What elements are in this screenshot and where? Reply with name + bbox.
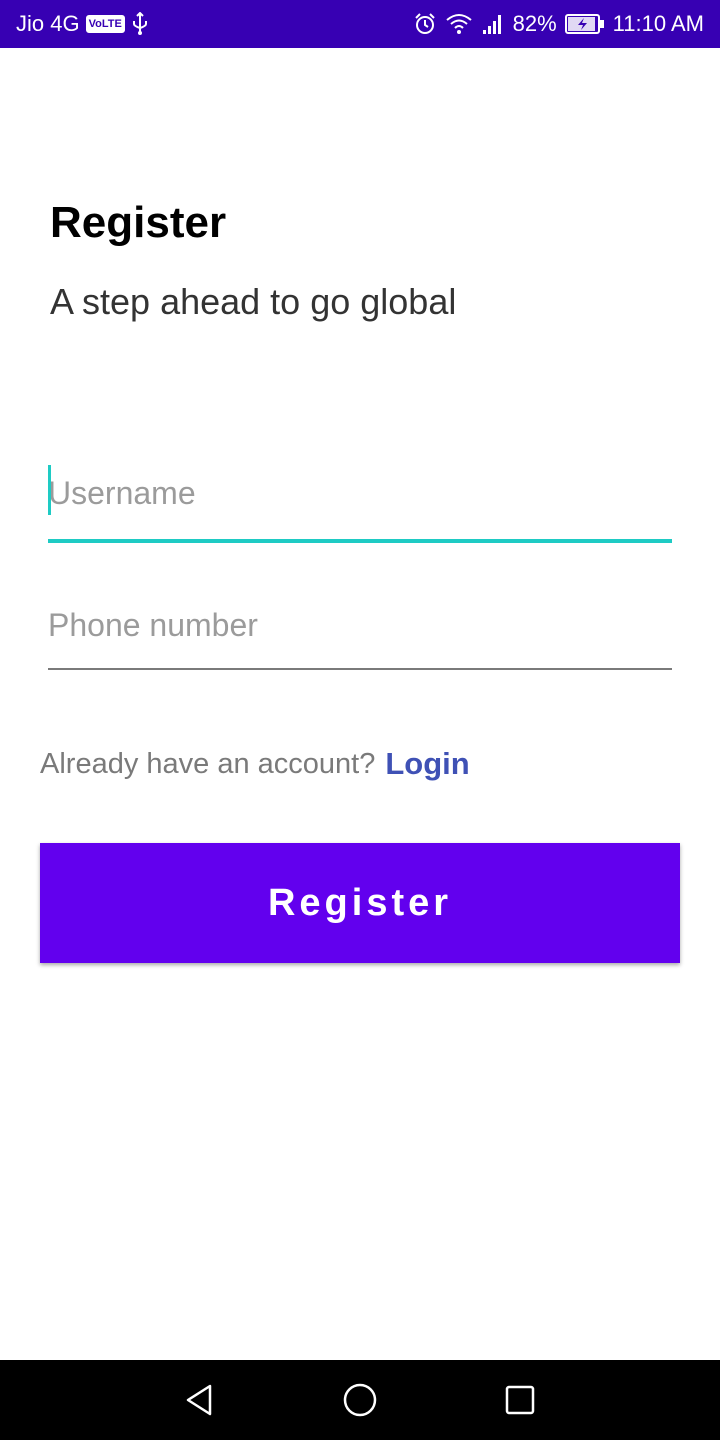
signal-icon [481, 12, 505, 36]
username-field[interactable]: Username [48, 465, 672, 543]
home-icon[interactable] [340, 1380, 380, 1420]
battery-charging-icon [564, 13, 605, 35]
recents-icon[interactable] [500, 1380, 540, 1420]
volte-badge: VoLTE [85, 15, 125, 33]
status-bar: Jio 4G VoLTE 82% 11:10 AM [0, 0, 720, 48]
phone-number-placeholder: Phone number [48, 607, 258, 643]
navigation-bar [0, 1360, 720, 1440]
status-left: Jio 4G VoLTE [16, 0, 149, 48]
page-title: Register [50, 198, 227, 247]
login-prompt: Already have an account? Login [40, 743, 470, 785]
phone-number-field[interactable]: Phone number [48, 605, 672, 671]
usb-icon [131, 12, 149, 36]
wifi-icon [445, 12, 473, 36]
username-placeholder: Username [48, 475, 196, 511]
back-icon[interactable] [180, 1380, 220, 1420]
login-question: Already have an account? [40, 747, 376, 780]
page-subtitle: A step ahead to go global [50, 281, 457, 322]
login-link[interactable]: Login [385, 746, 469, 782]
battery-percent: 82% [512, 11, 557, 36]
status-right: 82% 11:10 AM [413, 0, 704, 48]
phone-number-underline [48, 668, 672, 670]
username-underline [48, 539, 672, 543]
clock: 11:10 AM [612, 11, 704, 36]
register-button[interactable]: Register [40, 843, 680, 963]
carrier-label: Jio 4G [16, 11, 80, 36]
alarm-icon [413, 12, 437, 36]
text-cursor [48, 465, 51, 515]
register-screen: Register A step ahead to go global Usern… [0, 48, 720, 1360]
